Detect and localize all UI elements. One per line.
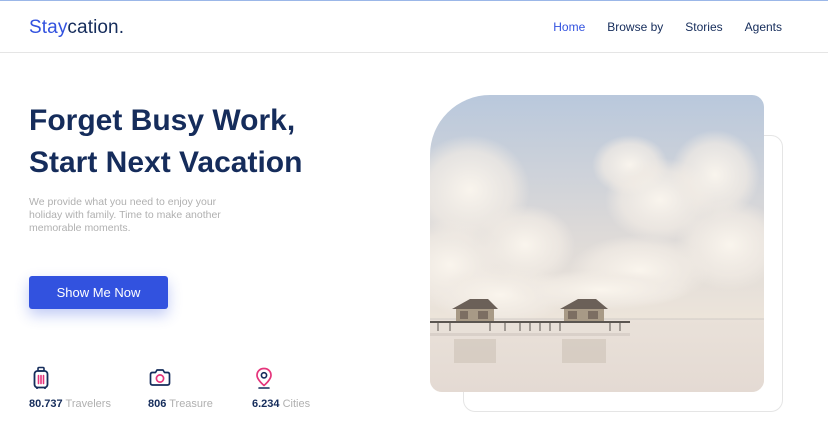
hero-title: Forget Busy Work, Start Next Vacation xyxy=(29,100,359,184)
brand-logo-rest: cation. xyxy=(67,17,125,38)
nav-item-stories[interactable]: Stories xyxy=(685,20,722,34)
stat-cities-number: 6.234 xyxy=(252,398,280,410)
nav-item-home[interactable]: Home xyxy=(553,20,585,34)
camera-icon xyxy=(149,369,171,386)
brand-logo-accent: Stay xyxy=(29,17,68,38)
nav-item-browse-by[interactable]: Browse by xyxy=(607,20,663,34)
hero-description: We provide what you need to enjoy your h… xyxy=(29,196,221,234)
stat-travelers-text: 80.737 Travelers xyxy=(29,398,111,411)
stat-treasure: 806 Treasure xyxy=(148,366,213,410)
stat-treasure-number: 806 xyxy=(148,398,167,410)
stat-travelers: 80.737 Travelers xyxy=(29,366,111,410)
stat-cities-text: 6.234 Cities xyxy=(252,398,310,411)
navbar: Staycation. Home Browse by Stories Agent… xyxy=(0,1,828,53)
hero-image xyxy=(430,95,764,392)
stat-cities-label: Cities xyxy=(282,398,311,410)
hero-title-line-1: Forget Busy Work, xyxy=(29,104,296,137)
luggage-icon xyxy=(33,366,49,389)
nav-item-agents[interactable]: Agents xyxy=(745,20,782,34)
stat-travelers-label: Travelers xyxy=(65,398,111,410)
overwater-bungalows-image xyxy=(430,95,764,392)
brand-logo[interactable]: Staycation. xyxy=(29,17,124,39)
stat-cities: 6.234 Cities xyxy=(252,366,310,410)
location-pin-icon xyxy=(256,367,272,389)
stat-treasure-text: 806 Treasure xyxy=(148,398,213,411)
hero-title-line-2: Start Next Vacation xyxy=(29,146,303,179)
stat-travelers-number: 80.737 xyxy=(29,398,63,410)
main-nav: Home Browse by Stories Agents xyxy=(553,20,782,34)
show-me-now-button[interactable]: Show Me Now xyxy=(29,276,168,309)
stat-treasure-label: Treasure xyxy=(169,398,213,410)
